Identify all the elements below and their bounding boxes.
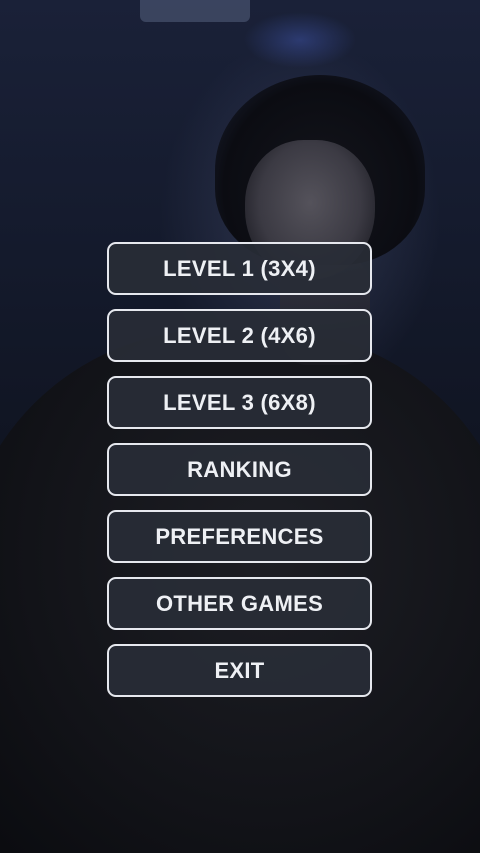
main-menu: LEVEL 1 (3X4) LEVEL 2 (4X6) LEVEL 3 (6X8…: [107, 242, 372, 697]
ranking-button[interactable]: RANKING: [107, 443, 372, 496]
preferences-button[interactable]: PREFERENCES: [107, 510, 372, 563]
game-main-menu-screen: LEVEL 1 (3X4) LEVEL 2 (4X6) LEVEL 3 (6X8…: [0, 0, 480, 853]
background-photo-hair: [215, 75, 425, 265]
other-games-button[interactable]: OTHER GAMES: [107, 577, 372, 630]
exit-button[interactable]: EXIT: [107, 644, 372, 697]
level-3-button[interactable]: LEVEL 3 (6X8): [107, 376, 372, 429]
level-2-button[interactable]: LEVEL 2 (4X6): [107, 309, 372, 362]
level-1-button[interactable]: LEVEL 1 (3X4): [107, 242, 372, 295]
background-light: [140, 0, 250, 22]
